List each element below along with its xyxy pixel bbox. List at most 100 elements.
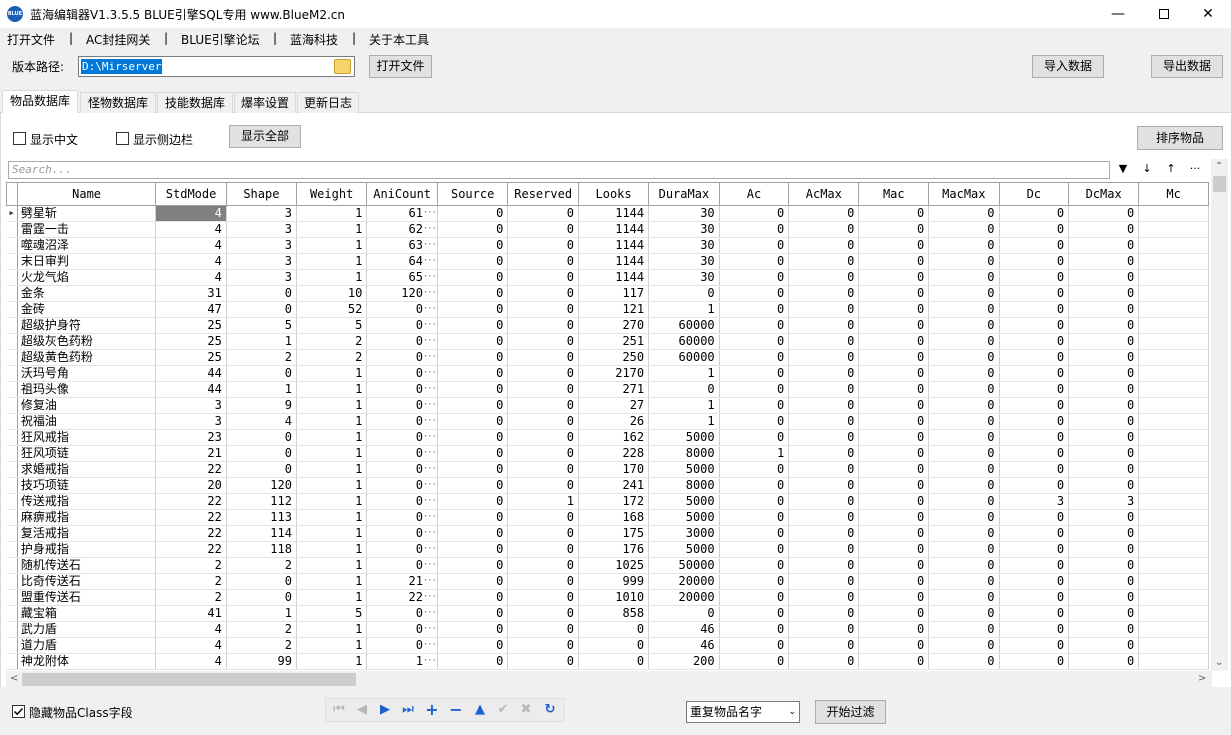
cell-duramax[interactable]: 0	[648, 285, 720, 302]
column-header-mc[interactable]: Mc	[1138, 182, 1209, 206]
cell-weight[interactable]: 1	[296, 221, 368, 238]
cell-macmax[interactable]: 0	[928, 493, 1000, 510]
cell-ac[interactable]: 0	[719, 557, 790, 574]
cell-stdmode[interactable]: 22	[155, 493, 227, 510]
cell-ac[interactable]: 0	[719, 301, 790, 318]
cell-looks[interactable]: 176	[578, 541, 650, 558]
cell-shape[interactable]: 0	[226, 573, 297, 590]
cell-anicount[interactable]: 0 ···	[366, 445, 438, 462]
cell-macmax[interactable]: 0	[928, 333, 1000, 350]
cell-mc[interactable]	[1138, 381, 1209, 398]
cell-dc[interactable]: 0	[999, 349, 1070, 366]
scroll-up-icon[interactable]: ⌃	[1215, 161, 1223, 172]
filter-icon[interactable]: ▼	[1115, 162, 1131, 175]
cell-source[interactable]: 0	[437, 653, 509, 670]
ellipsis-icon[interactable]: ···	[423, 462, 437, 477]
cell-mc[interactable]	[1138, 541, 1209, 558]
cell-dc[interactable]: 0	[999, 589, 1070, 606]
cell-looks[interactable]: 170	[578, 461, 650, 478]
cell-anicount[interactable]: 0 ···	[366, 525, 438, 542]
cell-dc[interactable]: 0	[999, 269, 1070, 286]
cell-looks[interactable]: 0	[578, 637, 650, 654]
cell-ac[interactable]: 0	[719, 525, 790, 542]
row-indicator[interactable]	[6, 605, 18, 622]
cell-acmax[interactable]: 0	[788, 237, 860, 254]
cell-looks[interactable]: 250	[578, 349, 650, 366]
cell-source[interactable]: 0	[437, 237, 509, 254]
cell-weight[interactable]: 1	[296, 413, 368, 430]
cell-reserved[interactable]: 0	[507, 381, 579, 398]
cell-reserved[interactable]: 0	[507, 237, 579, 254]
cell-duramax[interactable]: 20000	[648, 589, 720, 606]
column-header-dc[interactable]: Dc	[998, 182, 1070, 206]
cell-duramax[interactable]: 0	[648, 605, 720, 622]
cell-shape[interactable]: 3	[226, 221, 297, 238]
cell-dcmax[interactable]: 0	[1068, 509, 1140, 526]
cell-ac[interactable]: 0	[719, 269, 790, 286]
cell-reserved[interactable]: 0	[507, 525, 579, 542]
cell-looks[interactable]: 270	[578, 317, 650, 334]
refresh-icon[interactable]: ↻	[540, 701, 560, 719]
item-name-cell[interactable]: 火龙气焰	[17, 269, 157, 286]
cell-ac[interactable]: 0	[719, 253, 790, 270]
cell-stdmode[interactable]: 25	[155, 349, 227, 366]
cell-dcmax[interactable]: 0	[1068, 317, 1140, 334]
last-icon[interactable]: ⏭	[398, 701, 418, 719]
cell-anicount[interactable]: 0 ···	[366, 509, 438, 526]
export-data-button[interactable]: 导出数据	[1151, 55, 1223, 78]
cell-acmax[interactable]: 0	[788, 301, 860, 318]
ellipsis-icon[interactable]: ···	[423, 302, 437, 317]
hide-class-checkbox[interactable]	[12, 705, 25, 718]
cell-weight[interactable]: 1	[296, 429, 368, 446]
sort-ascending-icon[interactable]: ↑	[1163, 162, 1179, 175]
cell-mc[interactable]	[1138, 653, 1209, 670]
cell-ac[interactable]: 0	[719, 541, 790, 558]
table-row[interactable]: 技巧项链 20 120 1 0 ··· 0 0 241 8000 0 0 0 0 0 0	[6, 477, 1209, 494]
cell-dc[interactable]: 0	[999, 605, 1070, 622]
cell-anicount[interactable]: 0 ···	[366, 637, 438, 654]
row-indicator[interactable]	[6, 493, 18, 510]
cell-anicount[interactable]: 0 ···	[366, 541, 438, 558]
ellipsis-icon[interactable]: ···	[423, 654, 437, 669]
cell-weight[interactable]: 5	[296, 317, 368, 334]
cell-mc[interactable]	[1138, 525, 1209, 542]
cell-macmax[interactable]: 0	[928, 477, 1000, 494]
cell-macmax[interactable]: 0	[928, 621, 1000, 638]
cell-acmax[interactable]: 0	[788, 317, 860, 334]
cell-acmax[interactable]: 0	[788, 653, 860, 670]
prior-icon[interactable]: ◀	[352, 701, 372, 719]
post-icon[interactable]: ✔	[493, 701, 513, 719]
cell-acmax[interactable]: 0	[788, 221, 860, 238]
cell-weight[interactable]: 1	[296, 397, 368, 414]
cell-mc[interactable]	[1138, 221, 1209, 238]
cell-reserved[interactable]: 0	[507, 605, 579, 622]
import-data-button[interactable]: 导入数据	[1032, 55, 1104, 78]
row-indicator[interactable]	[6, 429, 18, 446]
cell-dcmax[interactable]: 0	[1068, 397, 1140, 414]
cell-mac[interactable]: 0	[858, 413, 930, 430]
column-header-macmax[interactable]: MacMax	[928, 182, 1000, 206]
cell-shape[interactable]: 0	[226, 365, 297, 382]
ellipsis-icon[interactable]: ···	[423, 638, 437, 653]
cell-dc[interactable]: 3	[999, 493, 1070, 510]
table-row[interactable]: 金砖 47 0 52 0 ··· 0 0 121 1 0 0 0 0 0 0	[6, 301, 1209, 318]
cell-acmax[interactable]: 0	[788, 541, 860, 558]
ellipsis-icon[interactable]: ···	[423, 286, 437, 301]
cell-anicount[interactable]: 65 ···	[366, 269, 438, 286]
cell-mc[interactable]	[1138, 493, 1209, 510]
column-header-looks[interactable]: Looks	[577, 182, 650, 206]
cell-looks[interactable]: 1144	[578, 221, 650, 238]
cell-duramax[interactable]: 8000	[648, 445, 720, 462]
search-input[interactable]: Search...	[8, 161, 1110, 179]
cell-reserved[interactable]: 0	[507, 509, 579, 526]
cell-mc[interactable]	[1138, 333, 1209, 350]
cell-acmax[interactable]: 0	[788, 493, 860, 510]
cell-dcmax[interactable]: 0	[1068, 653, 1140, 670]
cell-source[interactable]: 0	[437, 589, 509, 606]
cell-macmax[interactable]: 0	[928, 541, 1000, 558]
cell-duramax[interactable]: 3000	[648, 525, 720, 542]
cell-reserved[interactable]: 0	[507, 221, 579, 238]
cell-anicount[interactable]: 0 ···	[366, 397, 438, 414]
item-name-cell[interactable]: 传送戒指	[17, 493, 157, 510]
cell-reserved[interactable]: 0	[507, 445, 579, 462]
